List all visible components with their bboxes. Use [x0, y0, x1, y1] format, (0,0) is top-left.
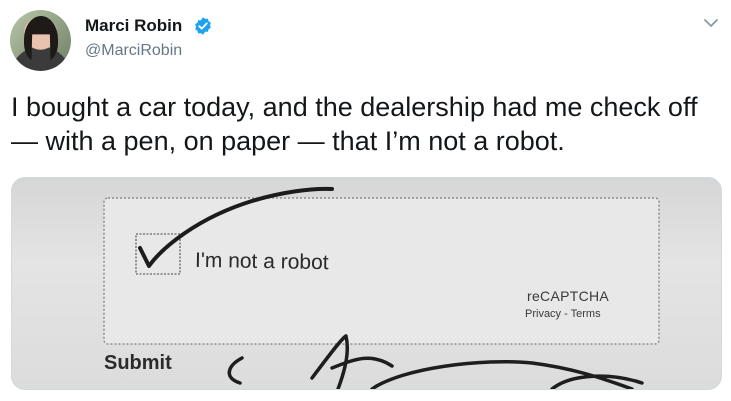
recaptcha-brand: reCAPTCHA	[527, 288, 610, 304]
chevron-down-icon[interactable]	[701, 13, 721, 33]
verified-badge-icon	[195, 17, 211, 35]
avatar-hair	[24, 16, 58, 62]
author-handle[interactable]: @MarciRobin	[85, 42, 182, 60]
author-name[interactable]: Marci Robin	[85, 16, 182, 36]
avatar[interactable]	[10, 10, 71, 71]
captcha-label: I'm not a robot	[194, 248, 329, 275]
recaptcha-links: Privacy - Terms	[525, 308, 601, 320]
submit-label: Submit	[104, 352, 172, 374]
tweet-text: I bought a car today, and the dealership…	[11, 92, 698, 156]
captcha-box	[103, 197, 660, 345]
